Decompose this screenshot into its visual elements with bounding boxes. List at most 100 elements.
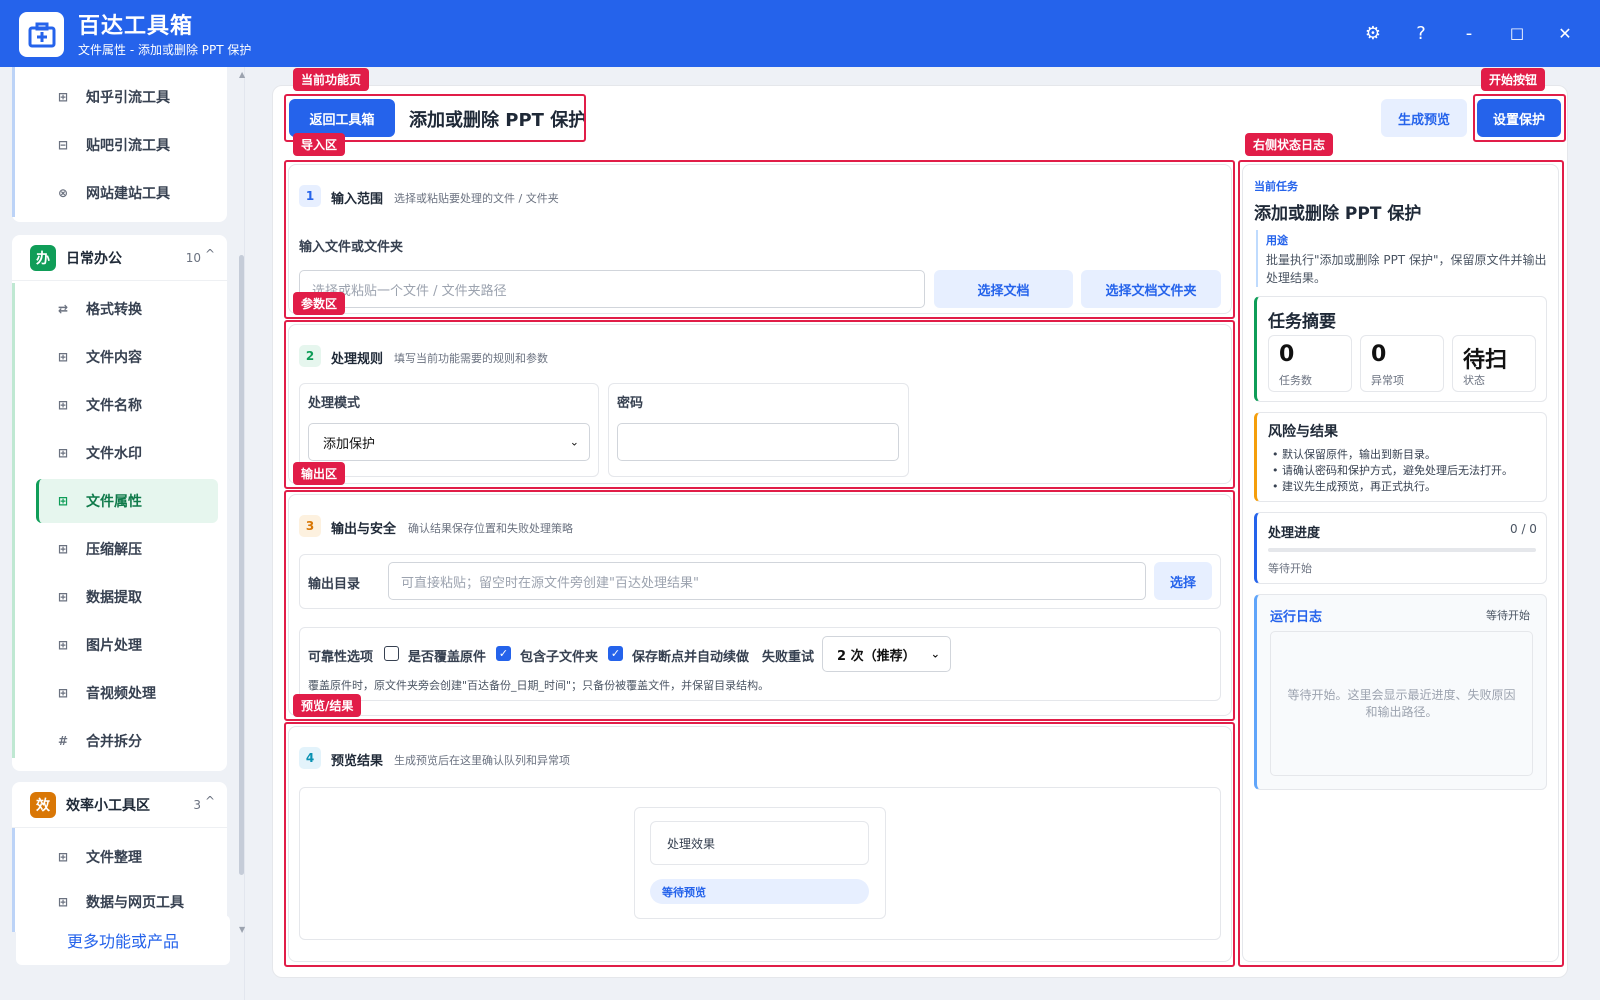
chevron-down-icon: ⌄ xyxy=(930,647,940,661)
title-bar: 百达工具箱 文件属性 - 添加或删除 PPT 保护 ⚙ ? - □ ✕ xyxy=(0,0,1600,67)
annotation-import-area: 导入区 xyxy=(293,133,346,156)
select-document-button[interactable]: 选择文档 xyxy=(934,270,1073,308)
grid-icon: ⊞ xyxy=(57,446,69,460)
group-header-office[interactable]: 办 日常办公 10 ^ xyxy=(12,235,227,281)
sidebar-item-label: 音视频处理 xyxy=(86,686,156,702)
sidebar-item-extract[interactable]: ⊞ 数据提取 xyxy=(36,575,218,619)
sidebar-item-zhihu[interactable]: ⊞ 知乎引流工具 xyxy=(36,75,218,119)
generate-preview-button[interactable]: 生成预览 xyxy=(1381,99,1467,137)
tree-line xyxy=(12,828,15,932)
sidebar-item-label: 格式转换 xyxy=(86,302,142,318)
minimize-button[interactable]: - xyxy=(1456,20,1482,46)
stat-value: 0 xyxy=(1371,342,1387,367)
help-icon[interactable]: ? xyxy=(1408,20,1434,46)
annotation-output-area: 输出区 xyxy=(293,462,346,485)
settings-icon[interactable]: ⚙ xyxy=(1360,20,1386,46)
sidebar-item-label: 贴吧引流工具 xyxy=(86,138,170,154)
sidebar-item-watermark[interactable]: ⊞ 文件水印 xyxy=(36,431,218,475)
sidebar-item-tieba[interactable]: ⊟ 贴吧引流工具 xyxy=(36,123,218,167)
close-button[interactable]: ✕ xyxy=(1552,20,1578,46)
sidebar-scrollbar[interactable] xyxy=(239,255,244,875)
purpose-text: 批量执行"添加或删除 PPT 保护"，保留原文件并输出处理结果。 xyxy=(1266,253,1547,285)
resume-label: 保存断点并自动续做 xyxy=(632,650,750,665)
hash-icon: # xyxy=(57,734,69,748)
risk-item: • 请确认密码和保护方式，避免处理后无法打开。 xyxy=(1272,464,1513,477)
preview-status-badge: 等待预览 xyxy=(650,879,869,904)
tool-icon: ⊞ xyxy=(57,90,69,104)
tool-icon: ⊗ xyxy=(57,186,69,200)
sidebar-item-organize[interactable]: ⊞ 文件整理 xyxy=(36,835,218,879)
chevron-up-icon[interactable]: ^ xyxy=(205,794,215,808)
more-features-link[interactable]: 更多功能或产品 xyxy=(16,915,230,965)
sidebar-item-merge[interactable]: # 合并拆分 xyxy=(36,719,218,763)
purpose-label: 用途 xyxy=(1266,234,1288,247)
progress-status: 等待开始 xyxy=(1268,562,1312,575)
mode-select[interactable]: 添加保护 ⌄ xyxy=(308,423,590,461)
log-status: 等待开始 xyxy=(1486,609,1530,622)
mode-value: 添加保护 xyxy=(323,436,376,452)
annotation-params-area: 参数区 xyxy=(293,292,346,315)
retry-select[interactable]: 2 次（推荐） ⌄ xyxy=(822,636,951,672)
sidebar-item-website[interactable]: ⊗ 网站建站工具 xyxy=(36,171,218,215)
sidebar-item-label: 文件名称 xyxy=(86,398,142,414)
annotation-preview-area: 预览/结果 xyxy=(293,694,362,717)
sidebar-item-compress[interactable]: ⊞ 压缩解压 xyxy=(36,527,218,571)
sidebar-item-image[interactable]: ⊞ 图片处理 xyxy=(36,623,218,667)
log-title: 运行日志 xyxy=(1270,610,1323,625)
maximize-button[interactable]: □ xyxy=(1504,20,1530,46)
chevron-down-icon: ⌄ xyxy=(569,435,579,449)
stat-error-count: 0 异常项 xyxy=(1360,335,1444,392)
sidebar-item-label: 合并拆分 xyxy=(86,734,142,750)
section-desc: 确认结果保存位置和失败处理策略 xyxy=(408,522,573,535)
sidebar-item-properties[interactable]: ⊞ 文件属性 xyxy=(36,479,218,523)
sidebar-item-label: 压缩解压 xyxy=(86,542,142,558)
start-button[interactable]: 设置保护 xyxy=(1477,99,1561,137)
retry-label: 失败重试 xyxy=(762,650,815,665)
sidebar-item-label: 文件水印 xyxy=(86,446,142,462)
progress-bar xyxy=(1268,548,1536,552)
grid-icon: ⊞ xyxy=(57,895,69,909)
sidebar-item-name[interactable]: ⊞ 文件名称 xyxy=(36,383,218,427)
input-path-field[interactable]: 选择或粘贴一个文件 / 文件夹路径 xyxy=(299,270,925,308)
log-output[interactable]: 等待开始。这里会显示最近进度、失败原因和输出路径。 xyxy=(1270,631,1533,776)
subfolder-checkbox[interactable]: ✓ xyxy=(496,646,511,661)
password-field[interactable] xyxy=(617,423,899,461)
risk-title: 风险与结果 xyxy=(1268,424,1338,440)
sidebar-item-content[interactable]: ⊞ 文件内容 xyxy=(36,335,218,379)
sidebar-item-label: 文件属性 xyxy=(86,494,142,510)
annotation-current-page: 当前功能页 xyxy=(293,68,370,91)
output-dir-label: 输出目录 xyxy=(308,577,361,592)
risk-text: 请确认密码和保护方式，避免处理后无法打开。 xyxy=(1282,464,1513,477)
stat-label: 异常项 xyxy=(1371,374,1404,387)
resume-checkbox[interactable]: ✓ xyxy=(608,646,623,661)
overwrite-checkbox[interactable] xyxy=(384,646,399,661)
section-desc: 填写当前功能需要的规则和参数 xyxy=(394,352,548,365)
purpose-rule xyxy=(1256,230,1258,287)
stat-label: 状态 xyxy=(1463,374,1485,387)
grid-icon: ⊞ xyxy=(57,850,69,864)
overwrite-note: 覆盖原件时，原文件夹旁会创建"百达备份_日期_时间"；只备份被覆盖文件，并保留目… xyxy=(308,679,770,692)
risk-text: 默认保留原件，输出到新目录。 xyxy=(1282,448,1436,461)
scroll-down-icon[interactable]: ▼ xyxy=(239,925,245,934)
current-task-title: 添加或删除 PPT 保护 xyxy=(1254,204,1422,224)
risk-item: • 默认保留原件，输出到新目录。 xyxy=(1272,448,1436,461)
scroll-up-icon[interactable]: ▲ xyxy=(239,70,245,79)
group-header-efficiency[interactable]: 效 效率小工具区 3 ^ xyxy=(12,782,227,828)
section-desc: 生成预览后在这里确认队列和异常项 xyxy=(394,754,570,767)
mode-label: 处理模式 xyxy=(308,396,361,411)
app-subtitle: 文件属性 - 添加或删除 PPT 保护 xyxy=(78,43,252,57)
grid-icon: ⊞ xyxy=(57,398,69,412)
grid-icon: ⊞ xyxy=(57,494,69,508)
sidebar-item-media[interactable]: ⊞ 音视频处理 xyxy=(36,671,218,715)
summary-title: 任务摘要 xyxy=(1268,312,1336,332)
retry-value: 2 次（推荐） xyxy=(837,648,916,664)
app-logo-icon xyxy=(19,12,64,57)
select-folder-button[interactable]: 选择文档文件夹 xyxy=(1081,270,1221,308)
back-button[interactable]: 返回工具箱 xyxy=(289,99,395,137)
grid-icon: ⊞ xyxy=(57,686,69,700)
sidebar-item-format[interactable]: ⇄ 格式转换 xyxy=(36,287,218,331)
output-dir-field[interactable]: 可直接粘贴；留空时在源文件旁创建"百达处理结果" xyxy=(388,562,1146,600)
chevron-up-icon[interactable]: ^ xyxy=(205,247,215,261)
tool-icon: ⊟ xyxy=(57,138,69,152)
select-output-button[interactable]: 选择 xyxy=(1154,562,1212,600)
